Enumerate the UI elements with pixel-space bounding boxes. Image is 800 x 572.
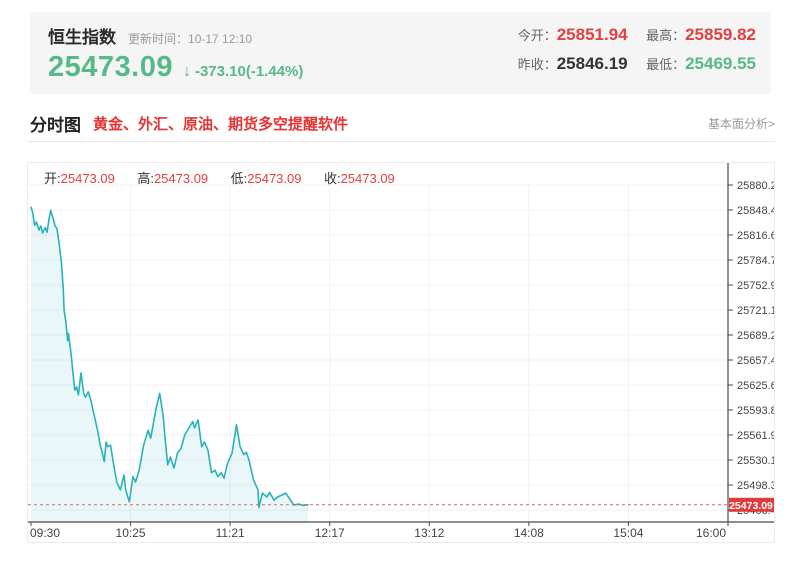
y-tick-label: 25657.46	[737, 355, 774, 367]
index-title: 恒生指数	[48, 23, 116, 48]
stat-high-label: 最高：	[646, 28, 685, 43]
y-tick-label: 25561.97	[737, 430, 774, 442]
y-tick-label: 25593.80	[737, 405, 774, 417]
quote-main: 恒生指数 更新时间：10-17 12:10 25473.09 ↓ -373.10…	[48, 23, 303, 84]
page: 恒生指数 更新时间：10-17 12:10 25473.09 ↓ -373.10…	[0, 0, 800, 572]
x-tick-label: 12:17	[315, 526, 345, 540]
ohlc-low-label: 低:	[231, 171, 248, 186]
stat-prev-close-label: 昨收：	[518, 57, 557, 72]
x-tick-label: 16:00	[696, 526, 726, 540]
intraday-chart-box: 开:25473.09 高:25473.09 低:25473.09 收:25473…	[27, 162, 775, 543]
stats-row-1: 今开：25851.94 最高：25859.82	[518, 25, 756, 45]
update-time: 更新时间：10-17 12:10	[128, 30, 252, 47]
x-tick-label: 10:25	[116, 526, 146, 540]
stat-low: 最低：25469.55	[646, 56, 756, 73]
stat-open-label: 今开：	[518, 28, 557, 43]
y-tick-label: 25530.14	[737, 455, 774, 467]
ohlc-open-label: 开:	[44, 171, 61, 186]
section-title: 分时图	[30, 111, 81, 136]
stat-open: 今开：25851.94	[518, 27, 628, 44]
price-change: -373.10(-1.44%)	[195, 63, 303, 80]
ohlc-high-label: 高:	[137, 171, 154, 186]
y-tick-label: 25498.31	[737, 480, 774, 492]
intraday-line-chart: 25880.26 25848.44 25816.61 25784.78 25752.95…	[28, 163, 774, 542]
ohlc-close-value: 25473.09	[341, 171, 395, 186]
quote-stats: 今开：25851.94 最高：25859.82 昨收：25846.19 最低：2…	[518, 25, 756, 83]
current-price-tag-label: 25473.09	[729, 500, 773, 512]
down-arrow-icon: ↓	[183, 63, 191, 81]
stat-high-value: 25859.82	[685, 25, 756, 44]
x-tick-label: 09:30	[30, 526, 60, 540]
stats-row-2: 昨收：25846.19 最低：25469.55	[518, 54, 756, 74]
section-divider	[27, 141, 775, 142]
y-tick-label: 25784.78	[737, 255, 774, 267]
ohlc-low: 低:25473.09	[231, 171, 302, 186]
y-tick-label: 25721.12	[737, 305, 774, 317]
y-tick-label: 25880.26	[737, 180, 774, 192]
stat-low-label: 最低：	[646, 57, 685, 72]
section-row: 分时图 黄金、外汇、原油、期货多空提醒软件 基本面分析>	[30, 111, 775, 136]
x-tick-label: 11:21	[216, 526, 245, 540]
ohlc-low-value: 25473.09	[247, 171, 301, 186]
y-tick-label: 25848.44	[737, 205, 774, 217]
stat-open-value: 25851.94	[557, 25, 628, 44]
ohlc-row: 开:25473.09 高:25473.09 低:25473.09 收:25473…	[44, 168, 413, 188]
y-tick-label: 25816.61	[737, 230, 774, 242]
stat-prev-close-value: 25846.19	[557, 54, 628, 73]
x-tick-label: 14:08	[514, 526, 544, 540]
quote-header-card: 恒生指数 更新时间：10-17 12:10 25473.09 ↓ -373.10…	[30, 12, 771, 94]
ohlc-open: 开:25473.09	[44, 171, 115, 186]
y-tick-label: 25625.63	[737, 380, 774, 392]
y-tick-label: 25689.29	[737, 330, 774, 342]
current-price: 25473.09	[48, 51, 173, 84]
ohlc-close: 收:25473.09	[324, 171, 395, 186]
ohlc-close-label: 收:	[324, 171, 341, 186]
update-time-value: 10-17 12:10	[188, 32, 252, 46]
stat-low-value: 25469.55	[685, 54, 756, 73]
ohlc-high: 高:25473.09	[137, 171, 208, 186]
ohlc-open-value: 25473.09	[61, 171, 115, 186]
x-tick-label: 15:04	[613, 526, 643, 540]
promo-link[interactable]: 黄金、外汇、原油、期货多空提醒软件	[93, 113, 348, 134]
stat-prev-close: 昨收：25846.19	[518, 56, 628, 73]
y-tick-label: 25752.95	[737, 280, 774, 292]
x-tick-label: 13:12	[414, 526, 444, 540]
stat-high: 最高：25859.82	[646, 27, 756, 44]
fundamental-analysis-link[interactable]: 基本面分析>	[708, 115, 775, 132]
ohlc-high-value: 25473.09	[154, 171, 208, 186]
update-time-label: 更新时间：	[128, 32, 188, 46]
